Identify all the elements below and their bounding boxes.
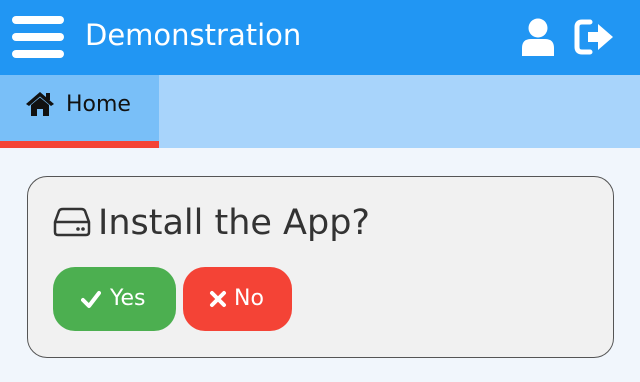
logout-button[interactable] bbox=[574, 18, 616, 56]
close-icon bbox=[210, 291, 226, 307]
home-icon bbox=[26, 92, 54, 116]
hamburger-menu-icon-middle bbox=[12, 33, 64, 41]
hamburger-menu-icon-bottom bbox=[12, 50, 64, 58]
yes-button-label: Yes bbox=[110, 286, 146, 311]
app-header: Demonstration bbox=[0, 0, 640, 75]
tab-home-label: Home bbox=[66, 92, 131, 117]
user-icon bbox=[522, 18, 554, 56]
install-app-dialog: Install the App? Yes No bbox=[27, 176, 614, 358]
yes-button[interactable]: Yes bbox=[53, 267, 176, 331]
sign-out-icon bbox=[574, 19, 613, 55]
app-title: Demonstration bbox=[85, 18, 302, 52]
tab-bar: Home bbox=[0, 75, 640, 148]
user-button[interactable] bbox=[520, 18, 556, 56]
hard-drive-icon bbox=[53, 207, 91, 237]
no-button[interactable]: No bbox=[183, 267, 292, 331]
menu-button[interactable] bbox=[12, 16, 64, 58]
hamburger-menu-icon bbox=[12, 16, 64, 24]
dialog-title: Install the App? bbox=[98, 203, 371, 243]
tab-home[interactable]: Home bbox=[0, 75, 159, 148]
no-button-label: No bbox=[234, 286, 264, 311]
check-icon bbox=[81, 291, 101, 308]
